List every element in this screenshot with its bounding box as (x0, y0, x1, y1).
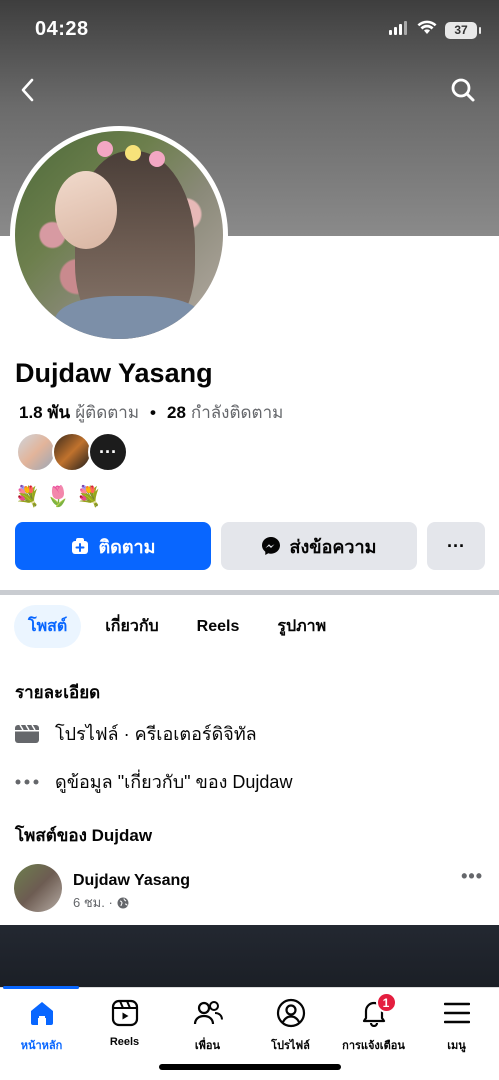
follow-button[interactable]: ติดตาม (15, 522, 211, 570)
about-link-text[interactable]: ดูข้อมูล "เกี่ยวกับ" ของ Dujdaw (55, 767, 292, 796)
nav-notifications[interactable]: 1 การแจ้งเตือน (332, 992, 415, 1054)
posts-section-title: โพสต์ของ Dujdaw (15, 826, 153, 845)
post-meta: 6 ชม. · (73, 892, 129, 913)
more-icon: ··· (447, 535, 465, 556)
profile-photo (15, 131, 223, 339)
stats-separator: • (150, 403, 156, 422)
profile-icon (274, 996, 308, 1030)
follow-label: ติดตาม (98, 536, 156, 557)
followers-label[interactable]: ผู้ติดตาม (75, 399, 139, 426)
wifi-icon (417, 20, 437, 40)
follower-avatar (52, 432, 92, 472)
search-button[interactable] (445, 72, 481, 108)
menu-icon (440, 996, 474, 1030)
follow-icon (72, 538, 89, 554)
follower-avatar (16, 432, 56, 472)
notification-badge: 1 (375, 992, 397, 1013)
details-title: รายละเอียด (15, 683, 101, 702)
tab-reels[interactable]: Reels (183, 605, 254, 648)
nav-profile[interactable]: โปรไฟล์ (249, 996, 332, 1054)
profile-type-text: โปรไฟล์ · ครีเอเตอร์ดิจิทัล (55, 724, 257, 744)
post-author-avatar[interactable] (14, 864, 62, 912)
about-link-row[interactable]: ดูข้อมูล "เกี่ยวกับ" ของ Dujdaw (15, 767, 292, 796)
messenger-icon (262, 537, 281, 555)
bell-icon: 1 (357, 992, 397, 1030)
nav-friends[interactable]: เพื่อน (166, 996, 249, 1054)
tab-about[interactable]: เกี่ยวกับ (91, 605, 172, 648)
message-label: ส่งข้อความ (289, 536, 377, 557)
reels-icon (108, 996, 142, 1030)
nav-profile-label: โปรไฟล์ (271, 1040, 310, 1052)
profile-stats: 1.8 พัน ผู้ติดตาม • 28 กำลังติดตาม (19, 399, 283, 426)
status-bar: 04:28 37 (0, 0, 499, 58)
post-time[interactable]: 6 ชม. · (73, 892, 113, 913)
signal-icon (389, 20, 409, 40)
post-options-button[interactable]: ••• (461, 866, 483, 887)
message-button[interactable]: ส่งข้อความ (221, 522, 417, 570)
globe-icon (117, 897, 129, 908)
nav-menu[interactable]: เมนู (415, 996, 498, 1054)
following-count[interactable]: 28 (167, 403, 186, 423)
search-icon (451, 78, 475, 102)
more-actions-button[interactable]: ··· (427, 522, 485, 570)
profile-bio: 💐🌷💐 (15, 486, 108, 508)
nav-menu-label: เมนู (447, 1040, 466, 1052)
profile-picture[interactable] (10, 126, 228, 344)
dots-icon (15, 772, 39, 792)
section-divider (0, 590, 499, 595)
profile-type-row: โปรไฟล์ · ครีเอเตอร์ดิจิทัล (15, 719, 257, 748)
nav-reels-label: Reels (109, 1036, 140, 1048)
tab-posts[interactable]: โพสต์ (14, 605, 82, 648)
home-indicator[interactable] (159, 1064, 341, 1070)
friends-icon (191, 996, 225, 1030)
post-media[interactable] (0, 925, 499, 987)
following-label[interactable]: กำลังติดตาม (191, 399, 283, 426)
mutual-followers[interactable]: ··· (16, 432, 128, 472)
active-tab-indicator (3, 986, 79, 989)
nav-notifications-label: การแจ้งเตือน (342, 1040, 405, 1052)
nav-home[interactable]: หน้าหลัก (0, 996, 83, 1054)
more-followers-icon: ··· (88, 432, 128, 472)
nav-home-label: หน้าหลัก (20, 1040, 63, 1052)
profile-tabs: โพสต์ เกี่ยวกับ Reels รูปภาพ (14, 605, 350, 648)
clapperboard-icon (15, 724, 39, 744)
nav-friends-label: เพื่อน (194, 1040, 221, 1052)
post-author-name[interactable]: Dujdaw Yasang (73, 872, 190, 890)
status-time: 04:28 (35, 18, 89, 40)
battery-icon: 37 (445, 21, 481, 39)
nav-reels[interactable]: Reels (83, 996, 166, 1048)
home-icon (25, 996, 59, 1030)
back-button[interactable] (10, 72, 46, 108)
back-arrow-icon (21, 78, 34, 102)
tab-photos[interactable]: รูปภาพ (263, 605, 340, 648)
profile-name: Dujdaw Yasang (15, 358, 213, 388)
followers-count[interactable]: 1.8 พัน (19, 399, 70, 426)
